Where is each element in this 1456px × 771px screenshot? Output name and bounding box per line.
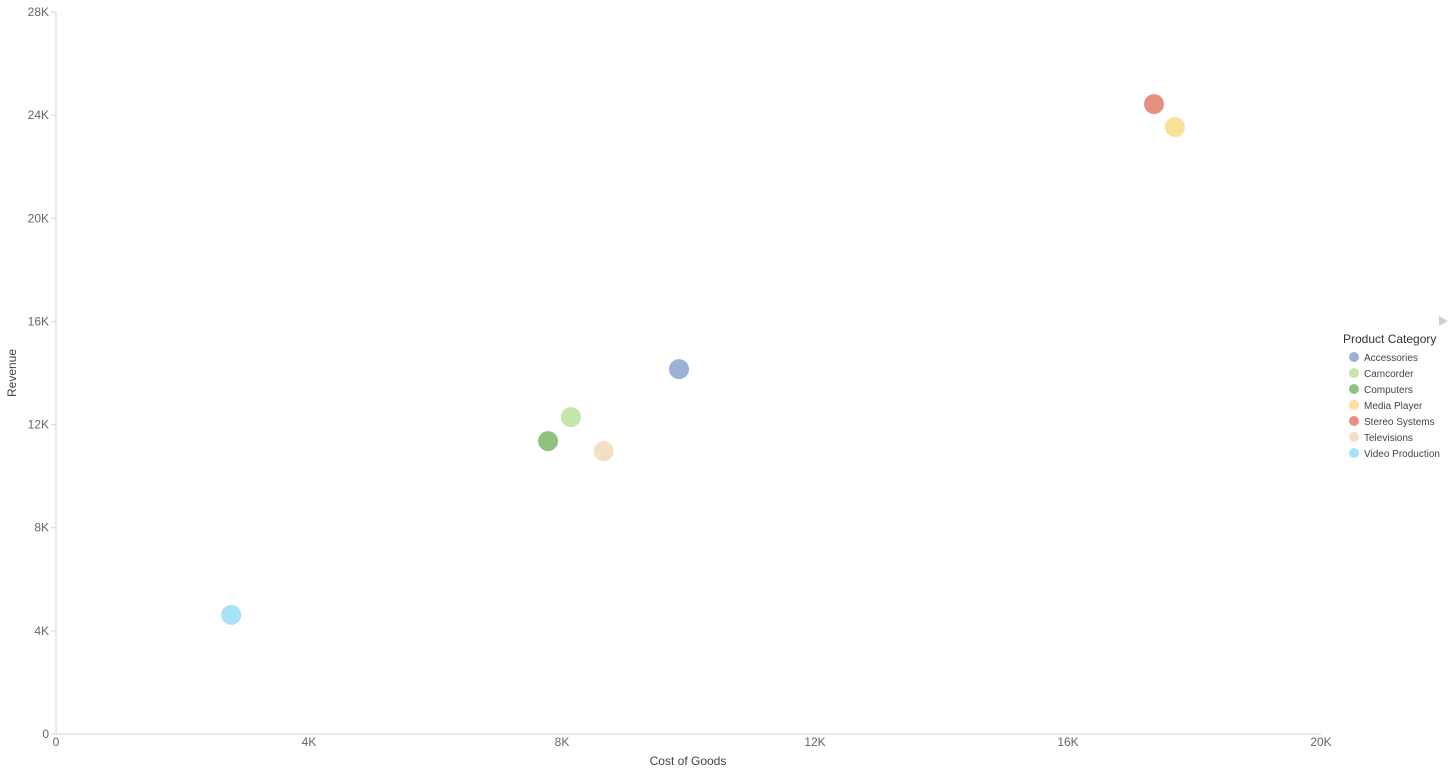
legend-item[interactable]: Accessories (1349, 352, 1418, 364)
legend-label: Camcorder (1364, 369, 1414, 380)
data-point-computers[interactable] (538, 431, 559, 452)
legend-title: Product Category (1343, 332, 1436, 346)
y-tick-label: 28K (28, 5, 49, 19)
legend-item[interactable]: Stereo Systems (1349, 416, 1435, 428)
x-tick-label: 12K (804, 735, 825, 749)
y-tick-label: 12K (28, 418, 49, 432)
x-tick-label: 20K (1310, 735, 1331, 749)
x-tick-label: 4K (302, 735, 317, 749)
y-tick-label: 24K (28, 108, 49, 122)
legend-item[interactable]: Video Production (1349, 448, 1440, 460)
legend-item[interactable]: Computers (1349, 384, 1413, 396)
legend-label: Media Player (1364, 401, 1423, 412)
legend-label: Computers (1364, 385, 1413, 396)
data-point-video-production[interactable] (221, 604, 242, 625)
legend-label: Televisions (1364, 433, 1413, 444)
legend-swatch (1349, 432, 1359, 442)
x-tick-label: 8K (555, 735, 570, 749)
scatter-chart: 0 4K 8K 12K 16K 20K 24K 28K 0 4K 8K 12K 16K 20K Acces… (5, 5, 1448, 768)
triangle-right-icon[interactable] (1439, 316, 1448, 326)
y-tick-label: 4K (34, 624, 49, 638)
y-axis-title: Revenue (5, 349, 19, 397)
legend-swatch (1349, 384, 1359, 394)
legend-swatch (1349, 400, 1359, 410)
y-tick-label: 16K (28, 314, 49, 328)
legend-label: Accessories (1364, 353, 1418, 364)
data-point-stereo-systems[interactable] (1144, 94, 1165, 115)
data-point-camcorder[interactable] (560, 407, 581, 428)
x-tick-label: 16K (1057, 735, 1078, 749)
data-point-accessories[interactable] (669, 359, 690, 380)
y-tick-label: 8K (34, 521, 49, 535)
legend-swatch (1349, 416, 1359, 426)
legend-swatch (1349, 368, 1359, 378)
legend-item[interactable]: Media Player (1349, 400, 1423, 412)
legend-label: Video Production (1364, 449, 1440, 460)
legend-label: Stereo Systems (1364, 417, 1435, 428)
y-tick-label: 0 (42, 727, 49, 741)
data-point-televisions[interactable] (593, 441, 614, 462)
legend-item[interactable]: Televisions (1349, 432, 1413, 444)
data-point-media-player[interactable] (1164, 117, 1185, 138)
x-tick-label: 0 (53, 735, 60, 749)
legend-item[interactable]: Camcorder (1349, 368, 1414, 380)
y-tick-label: 20K (28, 211, 49, 225)
legend-swatch (1349, 352, 1359, 362)
x-axis-title: Cost of Goods (650, 754, 727, 768)
legend-swatch (1349, 448, 1359, 458)
